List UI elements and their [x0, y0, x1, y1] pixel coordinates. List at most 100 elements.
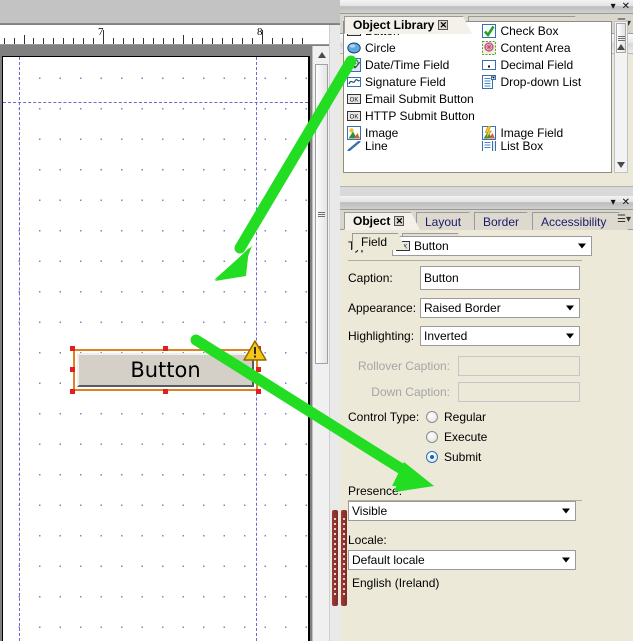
scroll-down-arrow-icon[interactable]: [614, 158, 628, 172]
library-item-circle[interactable]: Circle: [344, 41, 482, 55]
panel-splitter-handle[interactable]: [332, 510, 348, 606]
ruler-tick: [13, 38, 15, 44]
tab-accessibility[interactable]: Accessibility: [532, 212, 628, 230]
appearance-dropdown[interactable]: Raised Border: [420, 298, 580, 318]
resize-handle-nw[interactable]: [70, 346, 75, 351]
form-page-sheet[interactable]: Button: [2, 56, 308, 641]
library-item-list-box[interactable]: List Box: [482, 141, 611, 151]
canvas-scroll-thumb[interactable]: [315, 64, 328, 364]
library-item-image-field[interactable]: Image Field: [482, 125, 611, 140]
close-icon[interactable]: ✕: [622, 2, 630, 12]
type-dropdown[interactable]: OK Button: [392, 236, 592, 256]
library-item-decimal-field[interactable]: Decimal Field: [482, 58, 611, 72]
ruler-tick: [271, 38, 273, 44]
circle-icon: [347, 42, 361, 53]
library-item-signature-field[interactable]: Signature Field: [344, 75, 482, 89]
image-icon: [347, 125, 361, 140]
list-item[interactable]: Date/Time Field Decimal Field: [344, 56, 611, 73]
warning-triangle-icon[interactable]: [243, 339, 267, 363]
chevron-down-icon[interactable]: ▾: [611, 2, 616, 12]
highlighting-label: Highlighting:: [348, 329, 415, 343]
ruler-tick: [43, 38, 45, 44]
radio-button[interactable]: [426, 411, 438, 423]
radio-execute[interactable]: Execute: [426, 430, 487, 444]
button-widget-selected[interactable]: Button: [70, 346, 261, 394]
tab-border[interactable]: Border: [474, 212, 536, 230]
tab-object-library[interactable]: Object Library ✕: [344, 16, 472, 34]
list-item[interactable]: Image Image Field: [344, 124, 611, 141]
ok-button-icon: OK: [347, 93, 361, 104]
scroll-up-arrow-icon[interactable]: [614, 40, 628, 54]
library-item-label: Date/Time Field: [365, 57, 450, 72]
highlighting-dropdown[interactable]: Inverted: [420, 326, 580, 346]
locale-dropdown[interactable]: Default locale: [348, 550, 576, 570]
scroll-thumb-grip-icon: [318, 211, 325, 217]
list-item[interactable]: Circle Content Area: [344, 39, 611, 56]
scroll-up-arrow-icon[interactable]: [313, 46, 330, 63]
library-item-drop-down-list[interactable]: Drop-down List: [482, 74, 611, 89]
resize-handle-n[interactable]: [163, 346, 168, 351]
library-item-label: Content Area: [500, 40, 571, 55]
chevron-down-icon: [566, 305, 574, 311]
radio-button[interactable]: [426, 431, 438, 443]
list-item[interactable]: OK HTTP Submit Button: [344, 107, 611, 124]
tab-layout[interactable]: Layout: [416, 212, 478, 230]
tab-object-label: Object: [353, 214, 391, 228]
tab-layout-label: Layout: [425, 214, 462, 229]
chevron-down-icon[interactable]: ▾: [611, 198, 616, 208]
resize-handle-s[interactable]: [163, 389, 168, 394]
section-divider: [348, 260, 582, 261]
list-menu-icon[interactable]: ☰▾: [617, 214, 631, 225]
canvas-viewport[interactable]: Button: [0, 46, 309, 641]
object-panel-tabstrip: Object ✕ Layout Border Accessibility ☰▾: [340, 210, 633, 230]
content-area-icon: [482, 40, 497, 55]
library-item-image[interactable]: Image: [344, 125, 482, 140]
resize-handle-sw[interactable]: [70, 389, 75, 394]
library-item-line[interactable]: Line: [344, 141, 482, 151]
radio-submit[interactable]: Submit: [426, 450, 487, 464]
library-item-date-time-field[interactable]: Date/Time Field: [344, 57, 482, 72]
close-icon[interactable]: ✕: [394, 216, 404, 226]
tab-border-label: Border: [483, 214, 520, 229]
svg-text:OK: OK: [350, 97, 359, 103]
ruler-tick: [122, 38, 124, 44]
radio-regular[interactable]: Regular: [426, 410, 487, 424]
object-panel-titlebar[interactable]: ▾ ✕: [340, 196, 633, 210]
object-properties-panel: ▾ ✕ Object ✕ Layout Border Accessibility: [332, 196, 633, 641]
panel-divider: [340, 186, 633, 196]
library-item-check-box[interactable]: Check Box: [482, 23, 611, 38]
object-library-list[interactable]: OK Button Check Box: [343, 21, 612, 173]
locale-row: Locale: Default locale English (Ireland): [340, 533, 633, 590]
list-box-icon: [482, 141, 497, 151]
library-item-http-submit-button[interactable]: OK HTTP Submit Button: [344, 109, 604, 123]
list-item[interactable]: OK Email Submit Button: [344, 90, 611, 107]
presence-value: Visible: [352, 504, 388, 518]
list-item[interactable]: Signature Field Drop-down List: [344, 73, 611, 90]
button-widget-label: Button: [77, 353, 254, 387]
chevron-down-icon: [562, 508, 570, 514]
canvas-vertical-scrollbar[interactable]: [312, 46, 330, 641]
ruler-tick: [172, 38, 174, 44]
ruler-tick: [212, 38, 214, 44]
tab-object[interactable]: Object ✕: [344, 212, 420, 230]
caption-label: Caption:: [348, 271, 393, 285]
caption-input[interactable]: Button: [420, 266, 580, 290]
library-item-email-submit-button[interactable]: OK Email Submit Button: [344, 92, 604, 106]
resize-handle-e[interactable]: [256, 367, 261, 372]
subtab-field[interactable]: Field: [352, 233, 406, 250]
ruler-tick: [162, 38, 164, 44]
object-library-titlebar[interactable]: ▾ ✕: [340, 0, 633, 14]
close-icon[interactable]: ✕: [438, 20, 448, 30]
close-icon[interactable]: ✕: [622, 198, 630, 208]
radio-button[interactable]: [426, 451, 438, 463]
ruler-tick: [93, 38, 95, 44]
library-item-label: List Box: [500, 141, 544, 151]
library-item-content-area[interactable]: Content Area: [482, 40, 611, 55]
resize-handle-se[interactable]: [256, 389, 261, 394]
presence-dropdown[interactable]: Visible: [348, 501, 576, 521]
list-item[interactable]: Line List Box: [344, 141, 611, 151]
horizontal-ruler[interactable]: 7 8: [0, 25, 340, 45]
resize-handle-w[interactable]: [70, 367, 75, 372]
chevron-down-icon: [578, 243, 586, 249]
library-item-label: Decimal Field: [500, 57, 574, 72]
